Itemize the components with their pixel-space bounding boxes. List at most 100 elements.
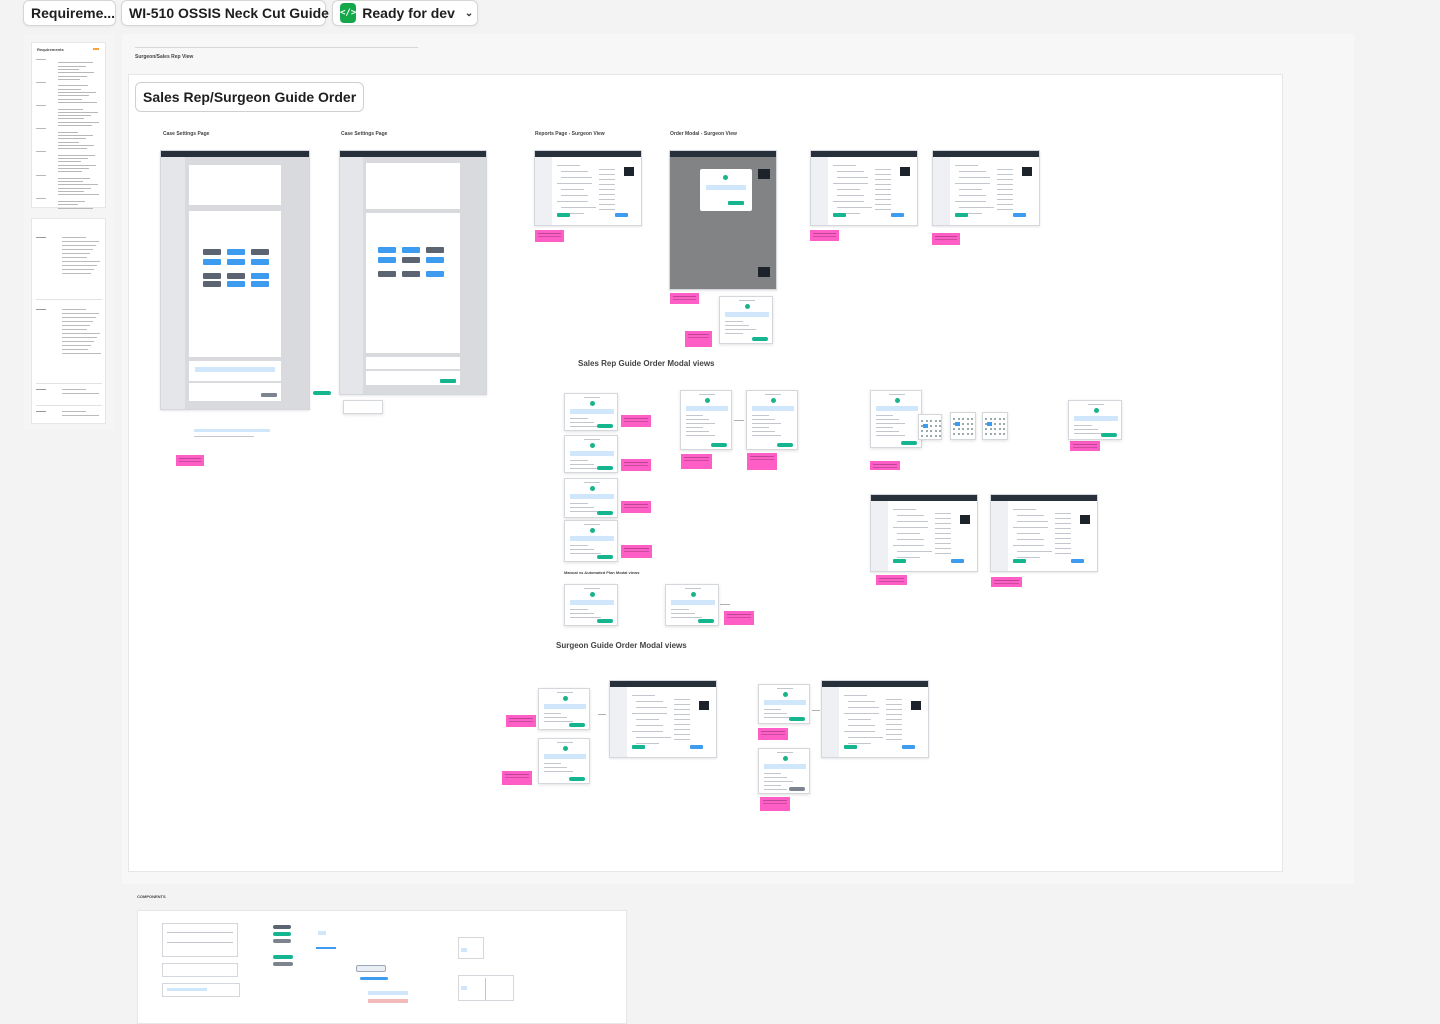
modal-thumbnail[interactable] (758, 748, 810, 794)
text-line (560, 195, 588, 196)
text-line (635, 707, 667, 708)
btn-chip (1101, 433, 1117, 437)
side-nav (822, 687, 839, 757)
btn-chip (203, 259, 221, 265)
sticky-note (506, 715, 536, 727)
text-line (886, 704, 902, 705)
btn-chip (426, 247, 444, 253)
side-nav (871, 501, 888, 571)
sticky-note (870, 461, 900, 470)
modal-thumbnail[interactable] (564, 520, 618, 562)
success-icon (563, 746, 568, 751)
sticky-note (621, 415, 651, 427)
modal-thumbnail[interactable] (680, 390, 732, 450)
component-button (273, 932, 291, 936)
text-line (686, 419, 710, 420)
text-line (631, 695, 655, 696)
text-line (836, 195, 864, 196)
page-tab[interactable]: WI-510 OSSIS Neck Cut Guide (121, 0, 329, 26)
requirements-frame-2[interactable] (31, 218, 106, 424)
case-settings-screen-1[interactable] (160, 150, 310, 410)
dev-status-dropdown[interactable]: </> Ready for dev ⌄ (332, 0, 478, 26)
text-line (62, 341, 94, 342)
text-line (167, 932, 233, 933)
side-nav (610, 687, 627, 757)
screen-thumbnail[interactable] (932, 150, 1040, 226)
modal-thumbnail[interactable] (870, 390, 922, 448)
text-line (62, 415, 99, 416)
modal-thumbnail[interactable] (719, 296, 773, 344)
text-line (631, 731, 663, 732)
text-line (876, 431, 900, 432)
text-line (674, 719, 690, 720)
text-line (584, 588, 600, 589)
sticky-note (670, 293, 699, 304)
text-line (876, 419, 900, 420)
text-line (58, 65, 86, 67)
text-line (599, 209, 615, 210)
divider (485, 978, 486, 1000)
text-line (631, 713, 667, 714)
modal-thumbnail[interactable] (758, 684, 810, 724)
text-line (685, 588, 701, 589)
text-line (58, 204, 78, 206)
text-line (777, 752, 793, 753)
text-line (1016, 557, 1040, 558)
screen-thumbnail[interactable] (609, 680, 717, 758)
text-line (58, 95, 89, 97)
screen-thumbnail[interactable] (870, 494, 978, 572)
text-line (544, 717, 568, 718)
text-line (935, 553, 951, 554)
btn-chip (789, 787, 805, 791)
side-nav (535, 157, 552, 225)
modal-thumbnail[interactable] (564, 584, 618, 626)
info-banner (706, 185, 746, 190)
calendar-day (930, 425, 932, 427)
calendar-day (957, 418, 960, 420)
text-line (570, 617, 601, 618)
text-line (875, 204, 891, 205)
text-line (954, 165, 978, 166)
text-line (671, 613, 696, 614)
screen-thumbnail[interactable] (821, 680, 929, 758)
order-modal-screen[interactable] (669, 150, 777, 290)
screen-thumbnail[interactable] (990, 494, 1098, 572)
side-nav (811, 157, 828, 225)
text-line (62, 313, 99, 314)
modal-thumbnail[interactable] (1068, 400, 1122, 440)
text-line (686, 415, 703, 416)
btn-chip (1012, 213, 1026, 217)
modal-thumbnail[interactable] (564, 478, 618, 518)
component-calendar (458, 937, 484, 959)
text-line (58, 154, 95, 156)
modal-thumbnail[interactable] (564, 393, 618, 431)
modal-thumbnail[interactable] (746, 390, 798, 450)
components-frame[interactable] (137, 910, 627, 1024)
component-calendar (458, 975, 514, 1001)
text-line (997, 209, 1013, 210)
text-line (876, 423, 906, 424)
text-line (62, 309, 86, 310)
calendar-thumbnail (950, 412, 976, 440)
calendar-day (994, 423, 996, 425)
text-line (62, 261, 100, 262)
calendar-day (939, 430, 941, 432)
text-line (764, 709, 781, 710)
case-settings-screen-2[interactable] (339, 150, 487, 395)
screen-thumbnail[interactable] (810, 150, 918, 226)
text-line (896, 557, 920, 558)
sticky-note (758, 728, 788, 740)
modal-thumbnail[interactable] (538, 688, 590, 730)
modal-thumbnail[interactable] (665, 584, 719, 626)
modal-thumbnail[interactable] (564, 435, 618, 473)
screen-thumbnail[interactable] (534, 150, 642, 226)
success-icon (783, 692, 788, 697)
modal-thumbnail[interactable] (538, 738, 590, 784)
text-line (886, 734, 902, 735)
thumbnail (910, 701, 922, 710)
text-line (570, 553, 601, 554)
btn-chip (892, 559, 906, 563)
file-tab[interactable]: Requireme... (23, 0, 116, 26)
requirements-frame-1[interactable]: Requirements (31, 42, 106, 209)
modal-dialog (700, 169, 752, 211)
